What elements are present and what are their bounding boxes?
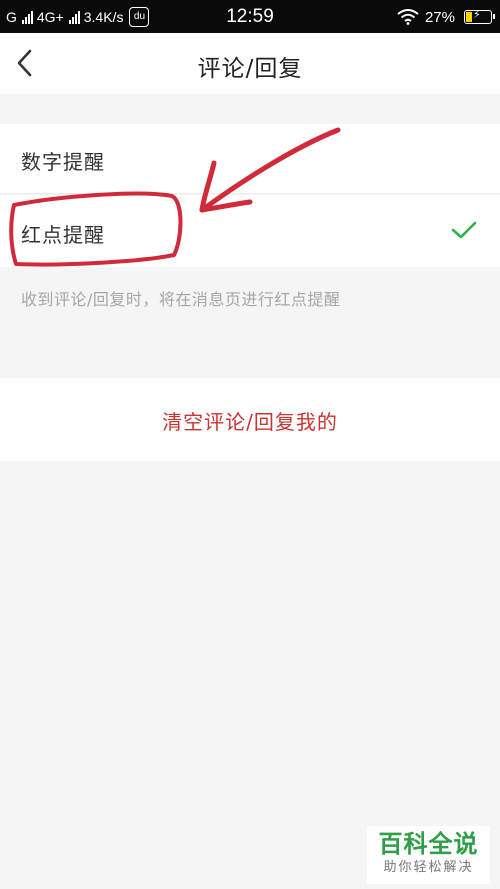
option-label: 红点提醒	[21, 223, 105, 247]
clear-comments-button[interactable]: 清空评论/回复我的	[0, 406, 500, 435]
battery-percent: 27%	[424, 8, 455, 26]
watermark-title: 百科全说	[378, 830, 479, 858]
option-red-dot-reminder[interactable]: 红点提醒	[0, 195, 500, 267]
page-title: 评论/回复	[197, 56, 303, 82]
battery-fill	[466, 12, 472, 22]
signal-icon-2	[68, 10, 81, 24]
watermark-logo: 百科全说 助你轻松解决	[367, 826, 490, 884]
charging-bolt-icon: ⚡	[473, 9, 481, 21]
signal-icon	[21, 10, 34, 24]
status-bar-right: 27% ⚡	[397, 7, 495, 27]
status-bar: G 4G+ 3.4K/s du 12:59 27% ⚡	[0, 0, 500, 33]
reminder-hint: 收到评论/回复时，将在消息页进行红点提醒	[21, 290, 341, 309]
wifi-icon	[397, 9, 419, 25]
option-label: 数字提醒	[21, 150, 105, 174]
clear-row: 清空评论/回复我的	[0, 378, 500, 461]
carrier-label: G	[6, 9, 17, 25]
network-speed: 3.4K/s	[83, 9, 124, 25]
battery-charging-icon: ⚡	[464, 9, 495, 24]
status-bar-left: G 4G+ 3.4K/s du	[6, 7, 150, 27]
network-label: 4G+	[36, 9, 64, 25]
baidu-app-icon: du	[129, 7, 150, 27]
watermark-subtitle: 助你轻松解决	[383, 860, 474, 875]
checkmark-icon	[451, 221, 477, 239]
nav-bar: 评论/回复	[0, 33, 500, 94]
option-number-reminder[interactable]: 数字提醒	[0, 124, 500, 194]
